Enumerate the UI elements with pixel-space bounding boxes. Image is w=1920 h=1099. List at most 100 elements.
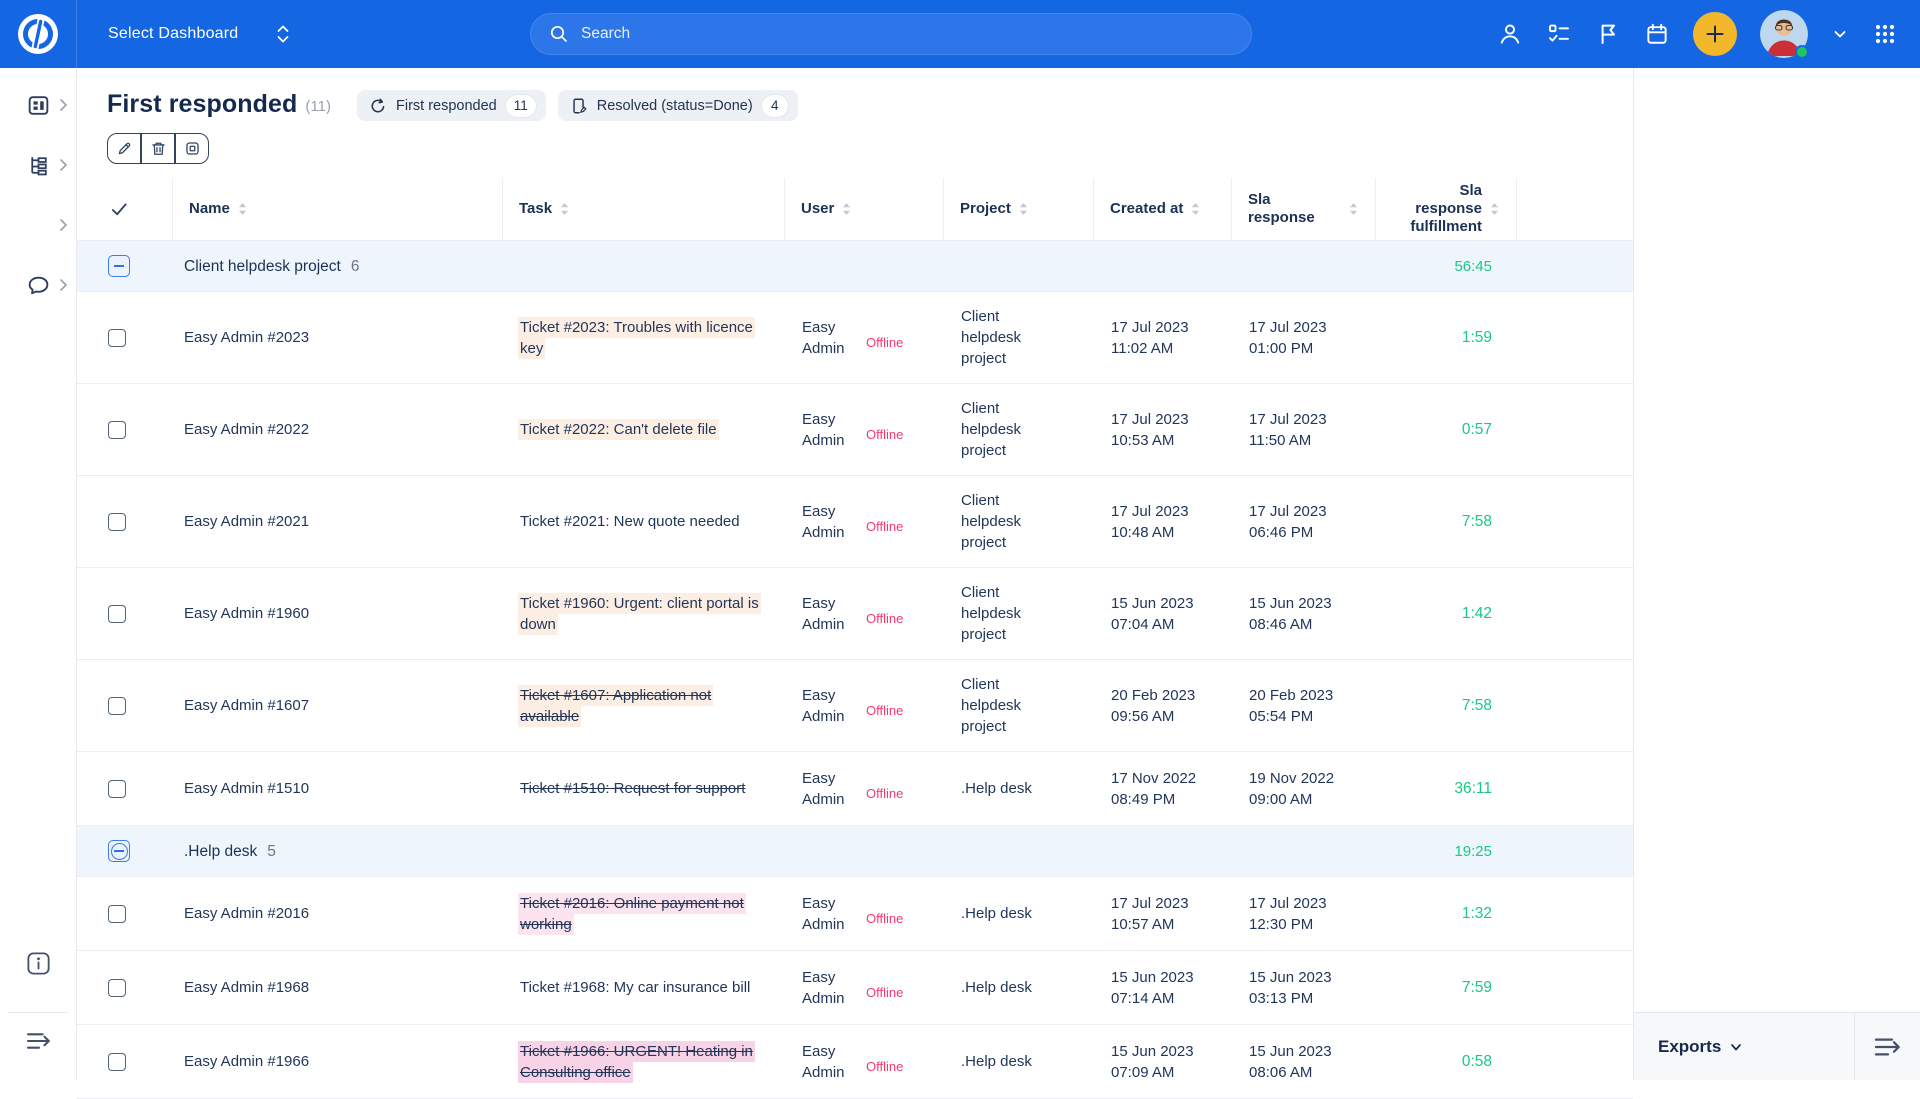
app-logo[interactable] <box>0 0 77 68</box>
task-subject-link[interactable]: Ticket #2023: Troubles with licence key <box>520 319 753 357</box>
table-row[interactable]: Easy Admin #2023 Ticket #2023: Troubles … <box>77 292 1633 384</box>
column-header[interactable]: Project <box>943 178 1093 240</box>
task-name-link[interactable]: Easy Admin #2023 <box>184 329 309 346</box>
created-at-value: 15 Jun 2023 07:04 AM <box>1093 579 1231 649</box>
task-subject-link[interactable]: Ticket #1960: Urgent: client portal is d… <box>520 595 759 633</box>
task-subject-link[interactable]: Ticket #2016: Online payment not working <box>520 895 744 933</box>
project-link[interactable]: .Help desk <box>961 903 1032 924</box>
row-checkbox[interactable] <box>108 605 126 623</box>
sla-fulfillment-value: 1:42 <box>1375 589 1516 638</box>
delete-button[interactable] <box>141 133 175 164</box>
user-link[interactable]: Easy Admin <box>802 501 860 543</box>
sla-fulfillment-value: 1:32 <box>1375 889 1516 938</box>
sidebar-item-messages[interactable] <box>0 270 77 300</box>
task-name-link[interactable]: Easy Admin #1607 <box>184 697 309 714</box>
column-header[interactable]: Created at <box>1093 178 1231 240</box>
task-name-link[interactable]: Easy Admin #2022 <box>184 421 309 438</box>
row-checkbox[interactable] <box>108 979 126 997</box>
table-header-row: Name Task User Project Created at Sla re… <box>77 178 1633 241</box>
task-subject-link[interactable]: Ticket #1968: My car insurance bill <box>520 979 750 996</box>
project-link[interactable]: Client helpdesk project <box>961 398 1039 461</box>
collapse-group-button[interactable] <box>108 255 130 277</box>
sidebar-item-project-tree[interactable] <box>0 150 77 180</box>
row-checkbox[interactable] <box>108 421 126 439</box>
user-link[interactable]: Easy Admin <box>802 1041 860 1083</box>
row-checkbox[interactable] <box>108 697 126 715</box>
user-link[interactable]: Easy Admin <box>802 768 860 810</box>
user-link[interactable]: Easy Admin <box>802 685 860 727</box>
user-icon[interactable] <box>1497 21 1523 47</box>
apps-grid-icon[interactable] <box>1872 21 1898 47</box>
sla-fulfillment-value: 0:58 <box>1375 1037 1516 1086</box>
group-count: 6 <box>351 258 360 275</box>
table-row[interactable]: Easy Admin #1510 Ticket #1510: Request f… <box>77 752 1633 826</box>
edit-button[interactable] <box>107 133 141 164</box>
row-checkbox[interactable] <box>108 513 126 531</box>
user-link[interactable]: Easy Admin <box>802 893 860 935</box>
group-row[interactable]: .Help desk5 19:25 <box>77 826 1633 877</box>
task-subject-link[interactable]: Ticket #1510: Request for support <box>520 780 745 797</box>
expand-panel-button[interactable] <box>1854 1013 1920 1080</box>
task-subject-link[interactable]: Ticket #2021: New quote needed <box>520 513 740 530</box>
chip-resolved[interactable]: Resolved (status=Done) 4 <box>558 90 798 121</box>
avatar[interactable] <box>1760 10 1808 58</box>
project-link[interactable]: Client helpdesk project <box>961 490 1039 553</box>
task-name-link[interactable]: Easy Admin #1966 <box>184 1053 309 1070</box>
column-header[interactable]: Task <box>502 178 784 240</box>
row-checkbox[interactable] <box>108 780 126 798</box>
add-new-button[interactable] <box>1693 12 1737 56</box>
flag-icon[interactable] <box>1595 21 1621 47</box>
column-header-label: Task <box>519 200 552 218</box>
table-row[interactable]: Easy Admin #2016 Ticket #2016: Online pa… <box>77 877 1633 951</box>
table-row[interactable]: Easy Admin #1966 Ticket #1966: URGENT! H… <box>77 1025 1633 1099</box>
collapse-group-button[interactable] <box>108 840 130 862</box>
sidebar-item-dashboards[interactable] <box>0 90 77 120</box>
column-header[interactable]: Sla response fulfillment <box>1375 178 1516 240</box>
task-name-link[interactable]: Easy Admin #2021 <box>184 513 309 530</box>
project-link[interactable]: Client helpdesk project <box>961 582 1039 645</box>
project-link[interactable]: Client helpdesk project <box>961 306 1039 369</box>
select-all-header[interactable] <box>77 178 172 240</box>
column-header[interactable]: Name <box>172 178 502 240</box>
group-row[interactable]: Client helpdesk project6 56:45 <box>77 241 1633 292</box>
task-name-link[interactable]: Easy Admin #2016 <box>184 905 309 922</box>
task-name-link[interactable]: Easy Admin #1960 <box>184 605 309 622</box>
exports-button[interactable]: Exports <box>1634 1013 1854 1080</box>
project-link[interactable]: Client helpdesk project <box>961 674 1039 737</box>
row-checkbox[interactable] <box>108 1053 126 1071</box>
table-row[interactable]: Easy Admin #2021 Ticket #2021: New quote… <box>77 476 1633 568</box>
project-link[interactable]: .Help desk <box>961 1051 1032 1072</box>
task-subject-link[interactable]: Ticket #1607: Application not available <box>520 687 711 725</box>
expand-sidebar-button[interactable] <box>0 1030 77 1052</box>
user-link[interactable]: Easy Admin <box>802 317 860 359</box>
task-subject-link[interactable]: Ticket #1966: URGENT! Heating in Consult… <box>520 1043 753 1081</box>
project-link[interactable]: .Help desk <box>961 977 1032 998</box>
chevron-down-icon[interactable] <box>1831 21 1849 47</box>
table-row[interactable]: Easy Admin #1960 Ticket #1960: Urgent: c… <box>77 568 1633 660</box>
row-checkbox[interactable] <box>108 905 126 923</box>
search-input[interactable]: Search <box>530 13 1252 55</box>
info-button[interactable] <box>0 950 77 977</box>
task-subject-link[interactable]: Ticket #2022: Can't delete file <box>520 421 717 438</box>
copy-button[interactable] <box>175 133 209 164</box>
column-header[interactable]: User <box>784 178 943 240</box>
sidebar-divider <box>8 1012 68 1013</box>
sidebar-item-collapsed[interactable] <box>0 210 77 240</box>
user-link[interactable]: Easy Admin <box>802 409 860 451</box>
table-row[interactable]: Easy Admin #1968 Ticket #1968: My car in… <box>77 951 1633 1025</box>
project-link[interactable]: .Help desk <box>961 778 1032 799</box>
column-header[interactable]: Sla response <box>1231 178 1375 240</box>
row-checkbox[interactable] <box>108 329 126 347</box>
table-row[interactable]: Easy Admin #2022 Ticket #2022: Can't del… <box>77 384 1633 476</box>
dashboard-selector[interactable]: Select Dashboard <box>77 23 292 45</box>
user-link[interactable]: Easy Admin <box>802 967 860 1009</box>
table-row[interactable]: Easy Admin #1607 Ticket #1607: Applicati… <box>77 660 1633 752</box>
user-link[interactable]: Easy Admin <box>802 593 860 635</box>
task-name-link[interactable]: Easy Admin #1968 <box>184 979 309 996</box>
chip-first-responded[interactable]: First responded 11 <box>357 90 546 121</box>
checklist-icon[interactable] <box>1546 21 1572 47</box>
sla-fulfillment-value: 7:58 <box>1375 681 1516 730</box>
task-name-link[interactable]: Easy Admin #1510 <box>184 780 309 797</box>
user-status-badge: Offline <box>866 786 903 801</box>
calendar-icon[interactable] <box>1644 21 1670 47</box>
